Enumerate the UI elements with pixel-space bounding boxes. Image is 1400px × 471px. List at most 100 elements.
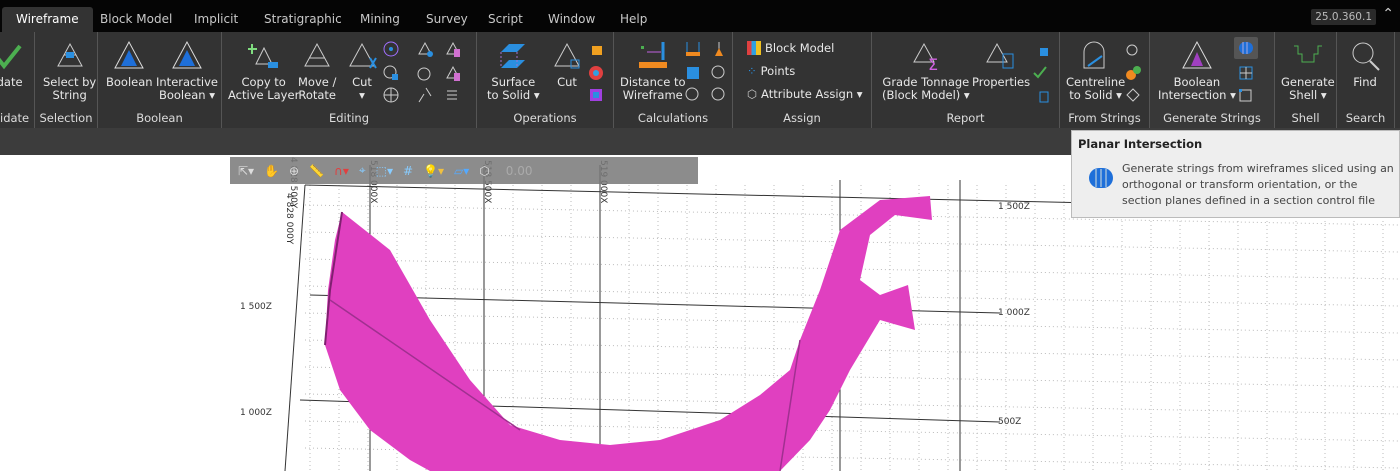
pan-hand-icon[interactable]: ✋ <box>264 164 279 178</box>
block-model-icon <box>747 41 761 55</box>
move-rotate-button[interactable]: Move / Rotate <box>298 40 336 102</box>
tooltip-title: Planar Intersection <box>1078 137 1203 151</box>
tab-script[interactable]: Script <box>474 7 537 32</box>
assign-block-model-button[interactable]: Block Model <box>747 41 834 55</box>
select-by-string-button[interactable]: Select by String <box>43 40 96 102</box>
list-menu-icon[interactable] <box>444 86 462 104</box>
function-icon[interactable] <box>710 86 728 104</box>
colour-strings-icon[interactable] <box>1124 64 1142 82</box>
wireframe-attr-icon[interactable] <box>444 40 462 58</box>
centreline-icon <box>1083 41 1105 69</box>
planar-intersection-button[interactable] <box>1234 37 1258 59</box>
select-string-icon <box>56 42 83 67</box>
planes-icon[interactable]: ▱▾ <box>454 164 469 178</box>
tab-mining[interactable]: Mining <box>346 7 414 32</box>
group-shell: Generate Shell ▾ Shell <box>1275 32 1337 128</box>
expand-icon[interactable] <box>416 64 434 82</box>
colour-solid-icon[interactable] <box>587 64 605 82</box>
copy-to-active-layer-button[interactable]: Copy to Active Layer <box>228 40 299 102</box>
measure-icon[interactable]: 📏 <box>309 164 324 178</box>
triangle-swap-icon[interactable] <box>416 86 434 104</box>
cut-icon <box>349 42 377 69</box>
operations-cut-button[interactable]: Cut <box>551 40 583 89</box>
tab-wireframe[interactable]: Wireframe <box>2 7 93 32</box>
group-operations: Surface to Solid ▾ Cut Operations <box>477 32 614 128</box>
validate-button[interactable]: idate <box>0 40 24 89</box>
volume-icon[interactable] <box>684 40 702 58</box>
distance-to-wireframe-button[interactable]: Distance to Wireframe <box>620 40 686 102</box>
ribbon-tabs: Wireframe Block Model Implicit Stratigra… <box>0 0 1400 32</box>
properties-icon <box>986 42 1014 69</box>
grid-strings-icon[interactable] <box>1237 64 1255 82</box>
cut-wireframe-icon <box>554 42 580 69</box>
report-wireframe-icon[interactable] <box>710 64 728 82</box>
ribbon: idate idate Select by String Selection B… <box>0 32 1400 128</box>
box-strings-icon[interactable] <box>1237 86 1255 104</box>
group-calculations: Distance to Wireframe Calculations <box>614 32 733 128</box>
group-search: Find Search <box>1337 32 1395 128</box>
planar-intersection-icon <box>1239 42 1253 54</box>
grade-tonnage-button[interactable]: Σ Grade Tonnage (Block Model) ▾ <box>882 40 970 102</box>
find-button[interactable]: Find <box>1349 40 1381 89</box>
generate-shell-button[interactable]: Generate Shell ▾ <box>1281 40 1335 102</box>
report-list-icon[interactable] <box>1032 86 1050 104</box>
alpha-icon[interactable] <box>684 86 702 104</box>
link-strings-icon[interactable] <box>1124 40 1142 58</box>
tooltip-body: Generate strings from wireframes sliced … <box>1122 162 1394 207</box>
boolean-button[interactable]: Boolean <box>106 40 153 89</box>
collapse-ribbon-icon[interactable]: ⌃ <box>1382 6 1394 22</box>
boolean-intersection-button[interactable]: Boolean Intersection ▾ <box>1158 40 1236 102</box>
section-grid-icon[interactable]: # <box>403 164 413 178</box>
tab-implicit[interactable]: Implicit <box>180 7 252 32</box>
section-area-icon[interactable] <box>684 64 702 82</box>
distance-icon <box>638 42 667 68</box>
z-label: 1 000Z <box>240 408 272 418</box>
surface-to-solid-icon <box>500 44 526 68</box>
solid-purple-icon[interactable] <box>587 86 605 104</box>
box-view-icon[interactable]: ⬚▾ <box>376 164 393 178</box>
points-icon: ⁘ <box>747 64 757 78</box>
report-blocks-icon[interactable] <box>1032 40 1050 58</box>
validate-icon <box>0 44 22 70</box>
section-icon[interactable]: ⬡ <box>479 164 489 178</box>
surface-to-solid-button[interactable]: Surface to Solid ▾ <box>487 40 540 102</box>
group-generate-strings: Boolean Intersection ▾ Generate Strings <box>1150 32 1275 128</box>
tab-stratigraphic[interactable]: Stratigraphic <box>250 7 356 32</box>
lights-icon[interactable]: 💡▾ <box>423 164 444 178</box>
tab-window[interactable]: Window <box>534 7 609 32</box>
merge-icon[interactable] <box>382 64 400 82</box>
centroid-icon[interactable] <box>710 40 728 58</box>
assign-points-button[interactable]: ⁘ Points <box>747 64 795 78</box>
planar-intersection-icon <box>1089 168 1113 188</box>
solid-orange-icon[interactable] <box>587 40 605 58</box>
z-label: 1 500Z <box>998 202 1030 212</box>
value-input[interactable]: 0.00 <box>506 164 533 178</box>
select-arrow-icon[interactable]: ⇱▾ <box>238 164 254 178</box>
tab-block-model[interactable]: Block Model <box>86 7 186 32</box>
z-label: 1 500Z <box>240 302 272 312</box>
edit-points-icon[interactable] <box>416 40 434 58</box>
interactive-boolean-button[interactable]: Interactive Boolean ▾ <box>156 40 218 102</box>
group-editing: Copy to Active Layer Move / Rotate Cut ▾… <box>222 32 477 128</box>
group-boolean: Boolean Interactive Boolean ▾ Boolean <box>98 32 222 128</box>
svg-text:Σ: Σ <box>928 55 938 72</box>
properties-button[interactable]: Properties <box>972 40 1030 89</box>
snap-magnet-icon[interactable]: ∩▾ <box>334 164 349 178</box>
tab-survey[interactable]: Survey <box>412 7 482 32</box>
globe-icon[interactable] <box>382 86 400 104</box>
z-label: 1 000Z <box>998 308 1030 318</box>
strings-tool-icon[interactable] <box>1124 86 1142 104</box>
tab-help[interactable]: Help <box>606 7 661 32</box>
shell-icon <box>1293 45 1322 63</box>
cut-button[interactable]: Cut ▾ <box>346 40 378 102</box>
boolean-intersection-icon <box>1182 40 1212 69</box>
group-assign: Block Model ⁘ Points ⬡ Attribute Assign ▾ … <box>733 32 872 128</box>
report-check-icon[interactable] <box>1032 64 1050 82</box>
centre-view-icon[interactable]: ⌖ <box>359 163 366 178</box>
wireframe-props-icon[interactable] <box>444 64 462 82</box>
centreline-to-solid-button[interactable]: Centreline to Solid ▾ <box>1066 40 1125 102</box>
attribute-assign-button[interactable]: ⬡ Attribute Assign ▾ <box>747 87 863 101</box>
target-icon[interactable] <box>382 40 400 58</box>
crosshair-icon[interactable]: ⊕ <box>289 164 299 178</box>
version-badge: 25.0.360.1 <box>1311 9 1376 25</box>
